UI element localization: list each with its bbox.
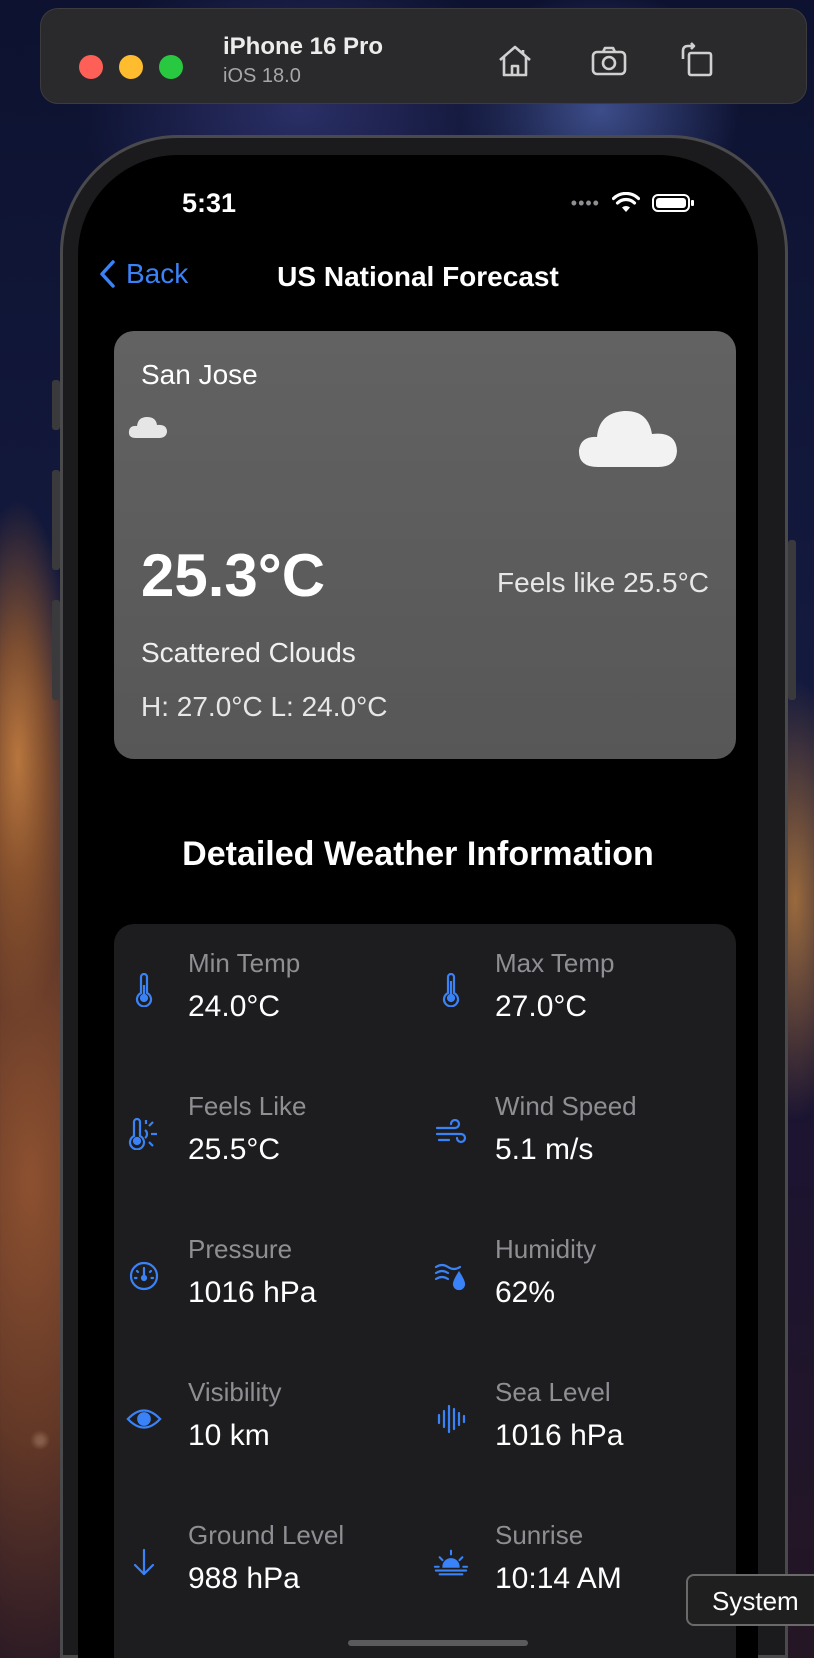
detail-value: 10:14 AM xyxy=(495,1562,622,1595)
detail-value: 25.5°C xyxy=(188,1133,281,1166)
battery-icon xyxy=(652,194,694,212)
detail-value: 24.0°C xyxy=(188,990,281,1023)
detail-label: Max Temp xyxy=(495,948,615,978)
page-title: US National Forecast xyxy=(277,261,559,292)
humidity-icon xyxy=(433,1258,469,1294)
detail-value: 1016 hPa xyxy=(495,1419,624,1452)
detail-label: Pressure xyxy=(188,1234,293,1264)
arrow-down-icon xyxy=(126,1544,162,1580)
volume-up-button xyxy=(52,470,60,570)
detail-value: 27.0°C xyxy=(495,990,588,1023)
gauge-icon xyxy=(126,1258,162,1294)
minimize-window-button[interactable] xyxy=(119,55,143,79)
detail-value: 5.1 m/s xyxy=(495,1133,594,1166)
system-tag[interactable]: System xyxy=(686,1574,814,1626)
simulator-toolbar: iPhone 16 Pro iOS 18.0 xyxy=(40,8,807,104)
detail-humidity: Humidity 62% xyxy=(433,1220,733,1320)
close-window-button[interactable] xyxy=(79,55,103,79)
zoom-window-button[interactable] xyxy=(159,55,183,79)
home-icon xyxy=(499,45,531,77)
cloud-icon xyxy=(128,417,167,438)
high-low: H: 27.0°C L: 24.0°C xyxy=(141,691,388,722)
detail-label: Visibility xyxy=(188,1377,282,1407)
sunrise-icon xyxy=(433,1544,469,1580)
detail-label: Sea Level xyxy=(495,1377,611,1407)
current-weather-card: San Jose 25.3°C Feels like 25.5°C Scatte… xyxy=(114,331,736,759)
thermometer-sun-icon xyxy=(126,1115,162,1151)
city-name: San Jose xyxy=(141,359,258,390)
phone-screen: 5:31 •••• Back US National Forecast San … xyxy=(78,155,758,1658)
status-icons: •••• xyxy=(570,192,694,214)
eye-icon xyxy=(126,1401,162,1437)
detail-min-temp: Min Temp 24.0°C xyxy=(126,934,426,1034)
signal-dots-icon: •••• xyxy=(570,192,600,213)
status-time: 5:31 xyxy=(182,188,237,218)
detail-sea-level: Sea Level 1016 hPa xyxy=(433,1363,733,1463)
device-name: iPhone 16 Pro xyxy=(223,33,384,60)
detail-value: 1016 hPa xyxy=(188,1276,317,1309)
volume-down-button xyxy=(52,600,60,700)
feels-like: Feels like 25.5°C xyxy=(497,567,709,598)
detail-label: Wind Speed xyxy=(495,1091,637,1121)
detail-label: Feels Like xyxy=(188,1091,307,1121)
weather-description: Scattered Clouds xyxy=(141,637,356,668)
detail-wind-speed: Wind Speed 5.1 m/s xyxy=(433,1077,733,1177)
screenshot-button[interactable] xyxy=(585,37,633,85)
detail-value: 62% xyxy=(495,1276,556,1309)
detail-value: 988 hPa xyxy=(188,1562,300,1595)
side-button xyxy=(788,540,796,700)
details-card: Min Temp 24.0°C Max Temp 27.0°C Feels Li… xyxy=(114,924,736,1658)
thermometer-icon xyxy=(433,972,469,1008)
detail-max-temp: Max Temp 27.0°C xyxy=(433,934,733,1034)
rotate-button[interactable] xyxy=(673,37,721,85)
detail-label: Sunrise xyxy=(495,1520,584,1550)
home-button[interactable] xyxy=(491,37,539,85)
detail-feels-like: Feels Like 25.5°C xyxy=(126,1077,426,1177)
camera-icon xyxy=(591,46,627,76)
action-button xyxy=(52,380,60,430)
rotate-icon xyxy=(681,42,713,77)
waveform-icon xyxy=(433,1401,469,1437)
wind-icon xyxy=(433,1115,469,1151)
current-temperature: 25.3°C xyxy=(141,542,326,609)
details-title: Detailed Weather Information xyxy=(182,835,654,873)
detail-label: Ground Level xyxy=(188,1520,345,1550)
home-indicator[interactable] xyxy=(348,1640,528,1646)
detail-visibility: Visibility 10 km xyxy=(126,1363,426,1463)
thermometer-icon xyxy=(126,972,162,1008)
detail-label: Humidity xyxy=(495,1234,597,1264)
os-version: iOS 18.0 xyxy=(223,65,301,87)
detail-ground-level: Ground Level 988 hPa xyxy=(126,1506,426,1606)
wifi-icon xyxy=(612,192,640,212)
detail-value: 10 km xyxy=(188,1419,270,1452)
detail-label: Min Temp xyxy=(188,948,301,978)
detail-pressure: Pressure 1016 hPa xyxy=(126,1220,426,1320)
cloud-large-icon xyxy=(578,410,677,467)
